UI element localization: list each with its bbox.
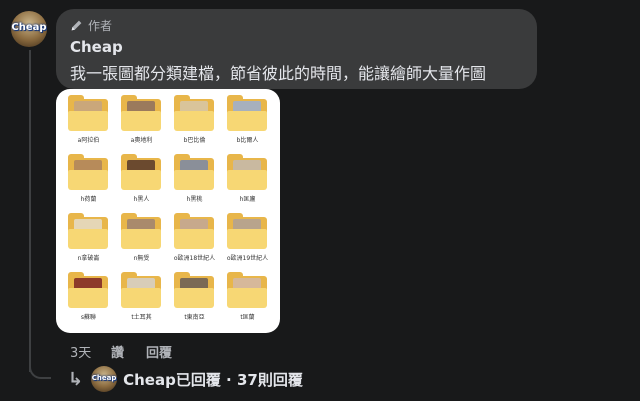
folder-label: h荷蘭 [80,196,97,203]
folder-icon [68,272,108,308]
replies-summary: Cheap已回覆 · 37則回覆 [123,370,303,389]
folder-label: t東南亞 [184,314,205,321]
folder-icon [227,154,267,190]
folder-icon [227,213,267,249]
folder-item: a奧地利 [115,93,168,152]
folder-item: h荷蘭 [62,152,115,211]
reply-avatar: Cheap [91,366,118,392]
folder-icon [174,272,214,308]
folder-item: h黑桃 [168,152,221,211]
reply-avatar-text: Cheap [91,374,117,382]
folder-icon [121,154,161,190]
folder-item: o歐洲18世紀人 [168,211,221,270]
folder-label: n無受 [133,255,150,262]
folder-item: b巴比倫 [168,93,221,152]
folder-label: a奧地利 [130,137,153,144]
folder-label: h黑人 [133,196,150,203]
folder-icon [68,154,108,190]
folder-item: n拿破崙 [62,211,115,270]
folder-label: n拿破崙 [77,255,100,262]
folder-label: h匡廬 [239,196,256,203]
folder-label: b巴比倫 [183,137,206,144]
author-avatar[interactable]: Cheap [11,11,47,47]
comment-timestamp[interactable]: 3天 [70,342,91,361]
thread-line [29,50,31,372]
folder-icon [174,213,214,249]
folder-label: t土耳其 [131,314,152,321]
folder-icon [227,272,267,308]
folder-icon [68,95,108,131]
folder-item: a阿拉伯 [62,93,115,152]
folder-grid: a阿拉伯 a奧地利 b巴比倫 b比爾人 h荷蘭 h黑人 h黑桃 h匡廬 n拿破崙 n無受 o歐洲18… [62,93,274,329]
folder-label: t匡蘭 [240,314,255,321]
folder-label: o歐洲19世紀人 [226,255,269,262]
folder-item: n無受 [115,211,168,270]
pencil-icon [71,20,82,31]
folder-label: s蘇聯 [80,314,97,321]
folder-icon [121,213,161,249]
author-badge: 作者 [70,17,112,34]
folder-icon [227,95,267,131]
attached-photo[interactable]: a阿拉伯 a奧地利 b巴比倫 b比爾人 h荷蘭 h黑人 h黑桃 h匡廬 n拿破崙 n無受 o歐洲18… [56,89,280,333]
folder-label: a阿拉伯 [77,137,100,144]
comment-bubble: 作者 Cheap 我一張圖都分類建檔，節省彼此的時間，能讓繪師大量作圖 [56,9,537,89]
folder-label: h黑桃 [186,196,203,203]
folder-item: t東南亞 [168,270,221,329]
folder-icon [121,95,161,131]
view-replies-link[interactable]: ↳ Cheap Cheap已回覆 · 37則回覆 [68,366,303,392]
folder-item: t匡蘭 [221,270,274,329]
thread-curve [29,355,51,379]
folder-item: b比爾人 [221,93,274,152]
folder-item: t土耳其 [115,270,168,329]
reply-arrow-icon: ↳ [68,368,84,390]
comment-text: 我一張圖都分類建檔，節省彼此的時間，能讓繪師大量作圖 [70,64,487,83]
like-button[interactable]: 讚 [111,342,124,361]
author-name[interactable]: Cheap [70,38,123,56]
folder-label: o歐洲18世紀人 [173,255,216,262]
reply-button[interactable]: 回覆 [146,342,172,361]
avatar-text: Cheap [11,22,47,33]
author-badge-label: 作者 [88,19,113,33]
folder-label: b比爾人 [236,137,259,144]
folder-item: s蘇聯 [62,270,115,329]
folder-icon [174,95,214,131]
folder-icon [121,272,161,308]
folder-icon [68,213,108,249]
folder-item: h黑人 [115,152,168,211]
folder-icon [174,154,214,190]
folder-item: o歐洲19世紀人 [221,211,274,270]
folder-item: h匡廬 [221,152,274,211]
